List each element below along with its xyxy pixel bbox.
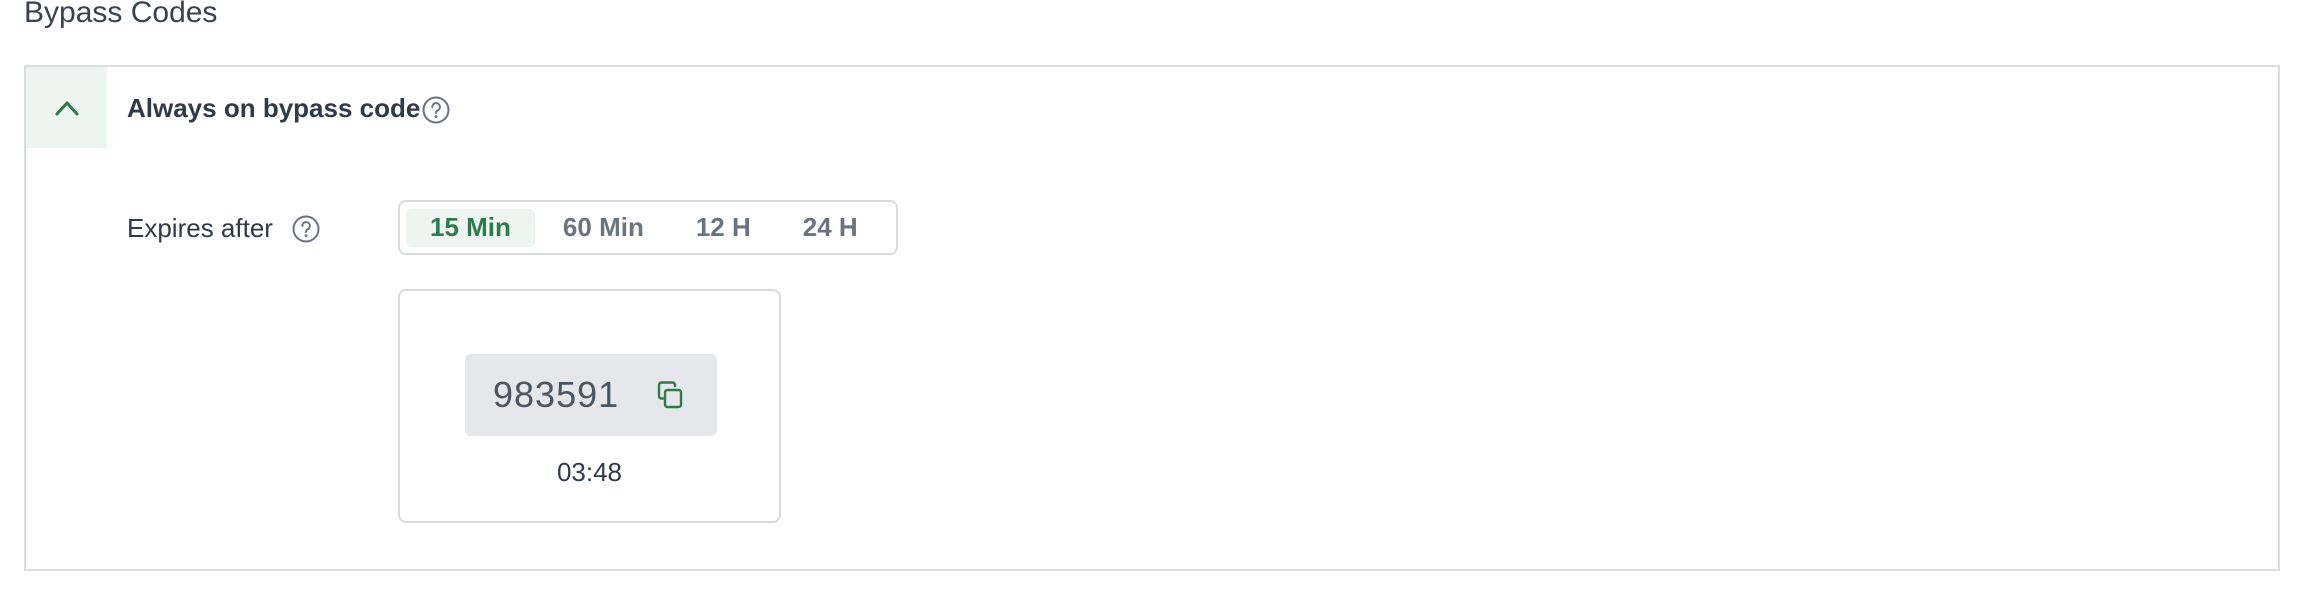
expiry-option-12-h[interactable]: 12 H: [672, 209, 775, 247]
code-display: 983591: [465, 354, 717, 436]
panel-title: Always on bypass code: [127, 93, 421, 123]
copy-button[interactable]: [653, 378, 687, 412]
expiry-option-15-min[interactable]: 15 Min: [406, 208, 535, 247]
question-circle-icon[interactable]: [421, 95, 451, 125]
bypass-code-card: 983591 03:48: [398, 289, 781, 523]
bypass-code-value: 983591: [493, 374, 620, 415]
expiry-option-60-min[interactable]: 60 Min: [539, 209, 668, 247]
copy-icon: [657, 381, 683, 409]
expires-after-label: Expires after: [127, 213, 273, 243]
chevron-up-icon: [55, 101, 78, 115]
question-circle-icon[interactable]: [291, 214, 321, 244]
collapse-toggle-button[interactable]: [26, 67, 107, 148]
section-title: Bypass Codes: [24, 0, 218, 29]
code-expiry-timer: 03:48: [556, 457, 623, 487]
expiry-segmented-control: 15 Min 60 Min 12 H 24 H: [398, 200, 898, 255]
bypass-code-panel: Always on bypass code Expires after 15 M…: [24, 65, 2280, 571]
expiry-option-24-h[interactable]: 24 H: [779, 209, 882, 247]
